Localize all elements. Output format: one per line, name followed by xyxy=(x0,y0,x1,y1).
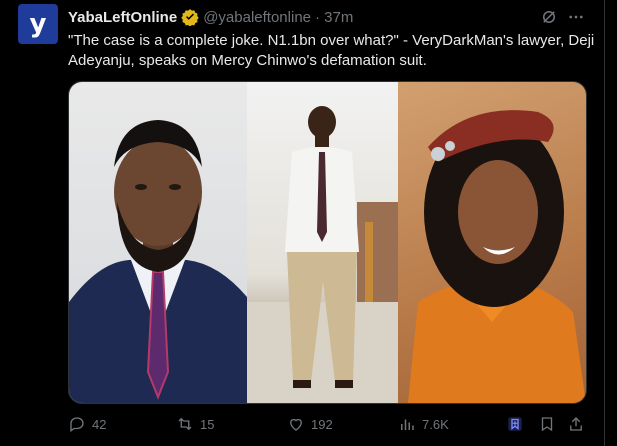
timestamp[interactable]: · 37m xyxy=(315,9,353,26)
reply-icon xyxy=(70,417,84,433)
retweet-button[interactable]: 15 xyxy=(176,414,214,434)
author-name[interactable]: YabaLeftOnline xyxy=(68,9,177,26)
tweet-text: "The case is a complete joke. N1.1bn ove… xyxy=(68,32,595,69)
tweet[interactable]: y YabaLeftOnline @yabaleftonline · 37m "… xyxy=(0,0,617,446)
timeline-border xyxy=(604,0,605,446)
photo-man-in-suit xyxy=(69,82,247,403)
tweet-media[interactable] xyxy=(68,81,587,404)
like-button[interactable]: 192 xyxy=(287,414,333,434)
like-count: 192 xyxy=(311,416,333,432)
bookmark-icon[interactable] xyxy=(506,414,524,434)
tweet-actions: 42 15 192 7.6K xyxy=(68,414,585,434)
photo-smiling-woman xyxy=(398,82,586,403)
views-count: 7.6K xyxy=(422,416,449,432)
reply-button[interactable]: 42 xyxy=(68,414,106,434)
more-icon[interactable] xyxy=(567,8,585,26)
verified-badge-icon xyxy=(181,8,199,26)
views-icon xyxy=(401,419,414,430)
retweet-icon xyxy=(178,417,192,431)
like-icon xyxy=(290,418,302,431)
avatar-letter: y xyxy=(29,9,47,39)
views-button[interactable]: 7.6K xyxy=(398,414,449,434)
avatar[interactable]: y xyxy=(18,4,58,44)
bookmark-outline-icon[interactable] xyxy=(538,414,556,434)
share-icon[interactable] xyxy=(567,414,585,434)
reply-count: 42 xyxy=(92,416,107,432)
retweet-count: 15 xyxy=(200,416,215,432)
tweet-header: YabaLeftOnline @yabaleftonline · 37m xyxy=(68,6,353,28)
grok-icon[interactable] xyxy=(540,8,558,26)
photo-standing-man xyxy=(247,82,398,403)
author-handle[interactable]: @yabaleftonline xyxy=(203,9,311,26)
